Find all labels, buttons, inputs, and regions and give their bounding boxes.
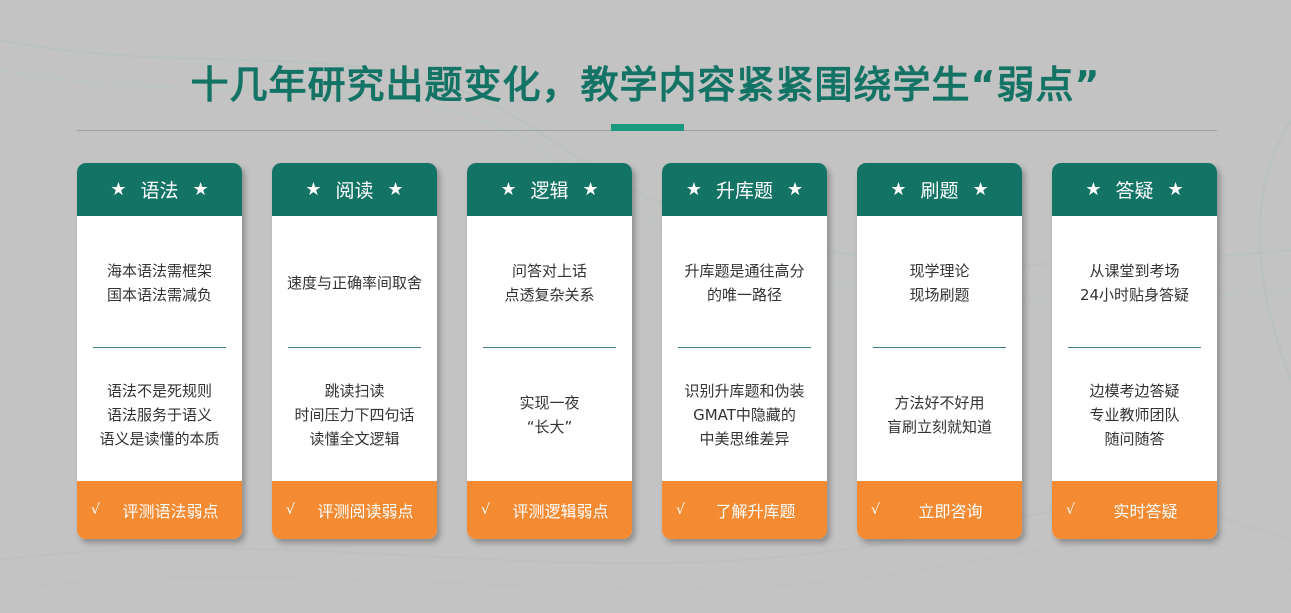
solution-line: 随问随答 (1104, 430, 1165, 448)
cta-label: 了解升库题 (715, 502, 796, 521)
card-divider (873, 347, 1006, 348)
card-challenge: 速度与正确率间取舍 (278, 255, 431, 311)
challenge-line: 24小时贴身答疑 (1079, 286, 1190, 304)
card-challenge: 问答对上话点透复杂关系 (473, 255, 626, 311)
challenge-line: 现场刷题 (909, 286, 970, 304)
star-icon: ★ (1085, 179, 1102, 200)
card-upgrade-questions: ★ 升库题 ★ 升库题是通往高分 的唯一路径识别升库题和伪装 GMAT中隐藏的 中美思维差异… (662, 163, 827, 539)
solution-line: 边模考边答疑 (1089, 382, 1180, 400)
check-icon: √ (286, 502, 295, 518)
card-cta-button[interactable]: √ 评测阅读弱点 (272, 481, 437, 539)
card-title: 逻辑 (530, 180, 569, 202)
challenge-line: 现学理论 (909, 262, 970, 280)
star-icon: ★ (192, 179, 209, 200)
card-title: 答疑 (1115, 180, 1154, 202)
challenge-line: 从课堂到考场 (1089, 262, 1180, 280)
card-title: 语法 (140, 180, 179, 202)
card-title: 阅读 (335, 180, 374, 202)
solution-line: 实现一夜 (519, 394, 580, 412)
card-solution: 语法不是死规则 语法服务于语义 语义是读懂的本质 (83, 375, 236, 455)
card-divider (1068, 347, 1201, 348)
card-title: 升库题 (715, 180, 773, 202)
star-icon: ★ (787, 179, 804, 200)
card-header: ★ 语法 ★ (77, 163, 242, 216)
cta-label: 立即咨询 (918, 502, 983, 521)
card-divider (93, 347, 226, 348)
solution-line: 读懂全文逻辑 (309, 430, 400, 448)
solution-line: 语法不是死规则 (106, 382, 212, 400)
card-qa: ★ 答疑 ★ 从课堂到考场 24小时贴身答疑 边模考边答疑 专业教师团队 随问随答 √ 实时答疑 (1052, 163, 1217, 539)
solution-line: 跳读扫读 (324, 382, 385, 400)
cta-label: 评测阅读弱点 (317, 502, 414, 521)
card-solution: 实现一夜 “长大” (473, 375, 626, 455)
challenge-line: 点透复杂关系 (504, 286, 595, 304)
check-icon: √ (481, 502, 490, 518)
star-icon: ★ (685, 179, 702, 200)
check-icon: √ (1066, 502, 1075, 518)
card-challenge: 现学理论 现场刷题 (863, 255, 1016, 311)
card-grammar: ★ 语法 ★ 海本语法需框架 国本语法需减负 语法不是死规则 语法服务于语义 语义是读懂的本质… (77, 163, 242, 539)
card-header: ★ 逻辑 ★ (467, 163, 632, 216)
card-header: ★ 刷题 ★ (857, 163, 1022, 216)
solution-line: 专业教师团队 (1089, 406, 1180, 424)
challenge-line: 升库题是通往高分 (684, 262, 805, 280)
challenge-line: 速度与正确率间取舍 (286, 274, 422, 292)
check-icon: √ (871, 502, 880, 518)
cta-label: 评测语法弱点 (122, 502, 219, 521)
star-icon: ★ (110, 179, 127, 200)
solution-line: 时间压力下四句话 (294, 406, 415, 424)
card-reading: ★ 阅读 ★ 速度与正确率间取舍 跳读扫读时间压力下四句话 读懂全文逻辑 √ 评测阅读弱点 (272, 163, 437, 539)
card-challenge: 海本语法需框架 国本语法需减负 (83, 255, 236, 311)
star-icon: ★ (582, 179, 599, 200)
solution-line: 语法服务于语义 (106, 406, 212, 424)
solution-line: 语义是读懂的本质 (99, 430, 220, 448)
card-cta-button[interactable]: √ 了解升库题 (662, 481, 827, 539)
solution-line: 识别升库题和伪装 (684, 382, 805, 400)
card-title: 刷题 (920, 180, 959, 202)
card-solution: 跳读扫读时间压力下四句话 读懂全文逻辑 (278, 375, 431, 455)
card-divider (678, 347, 811, 348)
card-header: ★ 升库题 ★ (662, 163, 827, 216)
challenge-line: 海本语法需框架 (106, 262, 212, 280)
solution-line: “长大” (526, 418, 573, 436)
card-divider (288, 347, 421, 348)
solution-line: 方法好不好用 (894, 394, 985, 412)
star-icon: ★ (387, 179, 404, 200)
card-cta-button[interactable]: √ 评测语法弱点 (77, 481, 242, 539)
cta-label: 实时答疑 (1113, 502, 1178, 521)
challenge-line: 的唯一路径 (706, 286, 782, 304)
card-logic: ★ 逻辑 ★ 问答对上话点透复杂关系 实现一夜 “长大” √ 评测逻辑弱点 (467, 163, 632, 539)
page-title: 十几年研究出题变化，教学内容紧紧围绕学生“弱点” (190, 63, 1101, 107)
star-icon: ★ (972, 179, 989, 200)
challenge-line: 国本语法需减负 (106, 286, 212, 304)
card-header: ★ 阅读 ★ (272, 163, 437, 216)
title-accent-bar (611, 124, 684, 131)
star-icon: ★ (1167, 179, 1184, 200)
card-solution: 方法好不好用 盲刷立刻就知道 (863, 375, 1016, 455)
card-solution: 边模考边答疑 专业教师团队 随问随答 (1058, 375, 1211, 455)
solution-line: 盲刷立刻就知道 (886, 418, 992, 436)
card-cta-button[interactable]: √ 立即咨询 (857, 481, 1022, 539)
challenge-line: 问答对上话 (511, 262, 587, 280)
card-challenge: 从课堂到考场 24小时贴身答疑 (1058, 255, 1211, 311)
star-icon: ★ (890, 179, 907, 200)
star-icon: ★ (500, 179, 517, 200)
card-header: ★ 答疑 ★ (1052, 163, 1217, 216)
card-challenge: 升库题是通往高分 的唯一路径 (668, 255, 821, 311)
cta-label: 评测逻辑弱点 (512, 502, 609, 521)
card-practice: ★ 刷题 ★ 现学理论现场刷题方法好不好用 盲刷立刻就知道 √ 立即咨询 (857, 163, 1022, 539)
card-solution: 识别升库题和伪装 GMAT中隐藏的 中美思维差异 (668, 375, 821, 455)
solution-line: 中美思维差异 (699, 430, 790, 448)
card-cta-button[interactable]: √ 实时答疑 (1052, 481, 1217, 539)
card-cta-button[interactable]: √ 评测逻辑弱点 (467, 481, 632, 539)
page: 十几年研究出题变化，教学内容紧紧围绕学生“弱点” ★ 语法 ★ 海本语法需框架 国本语法… (0, 0, 1291, 613)
check-icon: √ (676, 502, 685, 518)
check-icon: √ (91, 502, 100, 518)
card-divider (483, 347, 616, 348)
solution-line: GMAT中隐藏的 (693, 406, 796, 424)
star-icon: ★ (305, 179, 322, 200)
